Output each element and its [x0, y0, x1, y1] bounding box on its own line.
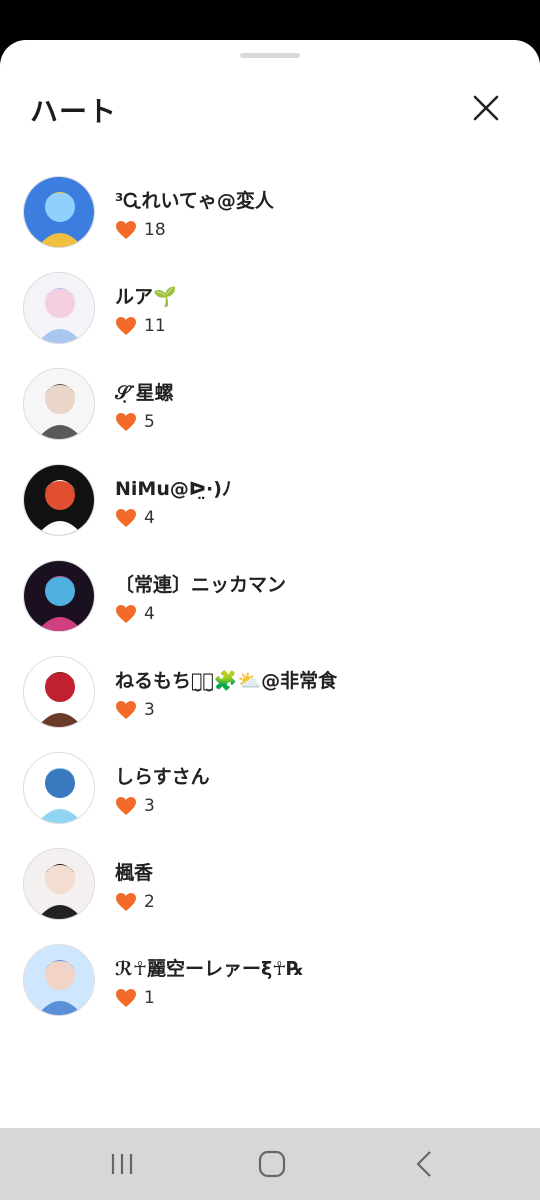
- avatar[interactable]: [23, 176, 95, 248]
- heart-count-group: 4: [115, 602, 155, 626]
- liker-name: 〔常連〕ニッカマン: [115, 574, 287, 596]
- drag-handle[interactable]: [240, 53, 300, 58]
- heart-count-group: 3: [115, 794, 155, 818]
- back-icon: [416, 1151, 431, 1177]
- heart-count: 5: [144, 412, 155, 432]
- heart-icon: [115, 220, 137, 240]
- avatar-image: [24, 177, 94, 247]
- heart-icon: [115, 508, 137, 528]
- liker-row[interactable]: しらすさん 3: [0, 752, 540, 848]
- avatar-image: [24, 753, 94, 823]
- avatar[interactable]: [23, 560, 95, 632]
- heart-count: 2: [144, 892, 155, 912]
- sheet-title: ハート: [30, 95, 118, 128]
- avatar-image: [24, 849, 94, 919]
- liker-row[interactable]: 𝒮̣ᐝ星螺 5: [0, 368, 540, 464]
- heart-count-group: 1: [115, 986, 155, 1010]
- avatar-image: [24, 273, 94, 343]
- avatar[interactable]: [23, 272, 95, 344]
- avatar-image: [24, 945, 94, 1015]
- avatar[interactable]: [23, 944, 95, 1016]
- screen: ハート ³Ꮹれいてゃ@変人 18 ルア🌱 11 𝒮̣ᐝ星螺 5 NiMu@ᐅ̤·)ﾉ 4 〔常連…: [0, 0, 540, 1200]
- liker-name: 楓香: [115, 862, 154, 884]
- liker-name: しらすさん: [115, 766, 210, 788]
- avatar[interactable]: [23, 848, 95, 920]
- liker-name: ³Ꮹれいてゃ@変人: [115, 190, 274, 212]
- liker-row[interactable]: ℛ☥麗空ーレァーξ☥℞ 1: [0, 944, 540, 1040]
- close-button[interactable]: [470, 92, 502, 124]
- avatar[interactable]: [23, 752, 95, 824]
- home-button[interactable]: [252, 1146, 292, 1182]
- heart-count: 3: [144, 796, 155, 816]
- liker-row[interactable]: 〔常連〕ニッカマン 4: [0, 560, 540, 656]
- liker-name: 𝒮̣ᐝ星螺: [115, 382, 174, 404]
- heart-count-group: 2: [115, 890, 155, 914]
- recents-icon: [111, 1154, 133, 1174]
- heart-icon: [115, 412, 137, 432]
- avatar[interactable]: [23, 368, 95, 440]
- heart-count: 18: [144, 220, 166, 240]
- liker-row[interactable]: NiMu@ᐅ̤·)ﾉ 4: [0, 464, 540, 560]
- avatar[interactable]: [23, 464, 95, 536]
- back-button[interactable]: [404, 1146, 444, 1182]
- heart-count: 4: [144, 604, 155, 624]
- liker-name: ℛ☥麗空ーレァーξ☥℞: [115, 958, 304, 980]
- close-icon: [473, 95, 499, 121]
- liker-name: ルア🌱: [115, 286, 177, 308]
- home-icon: [258, 1150, 286, 1178]
- heart-count-group: 3: [115, 698, 155, 722]
- liker-name: ねるもちｏ̮ｏ̮🧩⛅@非常食: [115, 670, 338, 692]
- heart-icon: [115, 604, 137, 624]
- avatar-image: [24, 657, 94, 727]
- heart-icon: [115, 796, 137, 816]
- liker-row[interactable]: ねるもちｏ̮ｏ̮🧩⛅@非常食 3: [0, 656, 540, 752]
- heart-icon: [115, 700, 137, 720]
- heart-icon: [115, 988, 137, 1008]
- heart-icon: [115, 316, 137, 336]
- liker-name: NiMu@ᐅ̤·)ﾉ: [115, 478, 232, 500]
- avatar-image: [24, 561, 94, 631]
- heart-count-group: 4: [115, 506, 155, 530]
- heart-count: 3: [144, 700, 155, 720]
- avatar-image: [24, 465, 94, 535]
- heart-count-group: 11: [115, 314, 166, 338]
- avatar-image: [24, 369, 94, 439]
- heart-count: 11: [144, 316, 166, 336]
- avatar[interactable]: [23, 656, 95, 728]
- liker-row[interactable]: 楓香 2: [0, 848, 540, 944]
- system-navigation-bar: [0, 1128, 540, 1200]
- liker-row[interactable]: ³Ꮹれいてゃ@変人 18: [0, 176, 540, 272]
- heart-count: 1: [144, 988, 155, 1008]
- heart-icon: [115, 892, 137, 912]
- heart-count-group: 18: [115, 218, 166, 242]
- liker-row[interactable]: ルア🌱 11: [0, 272, 540, 368]
- likes-bottom-sheet: ハート ³Ꮹれいてゃ@変人 18 ルア🌱 11 𝒮̣ᐝ星螺 5 NiMu@ᐅ̤·)ﾉ 4 〔常連…: [0, 40, 540, 1128]
- likers-list: ³Ꮹれいてゃ@変人 18 ルア🌱 11 𝒮̣ᐝ星螺 5 NiMu@ᐅ̤·)ﾉ 4 〔常連〕ニッカ…: [0, 176, 540, 1040]
- recents-button[interactable]: [102, 1146, 142, 1182]
- heart-count: 4: [144, 508, 155, 528]
- heart-count-group: 5: [115, 410, 155, 434]
